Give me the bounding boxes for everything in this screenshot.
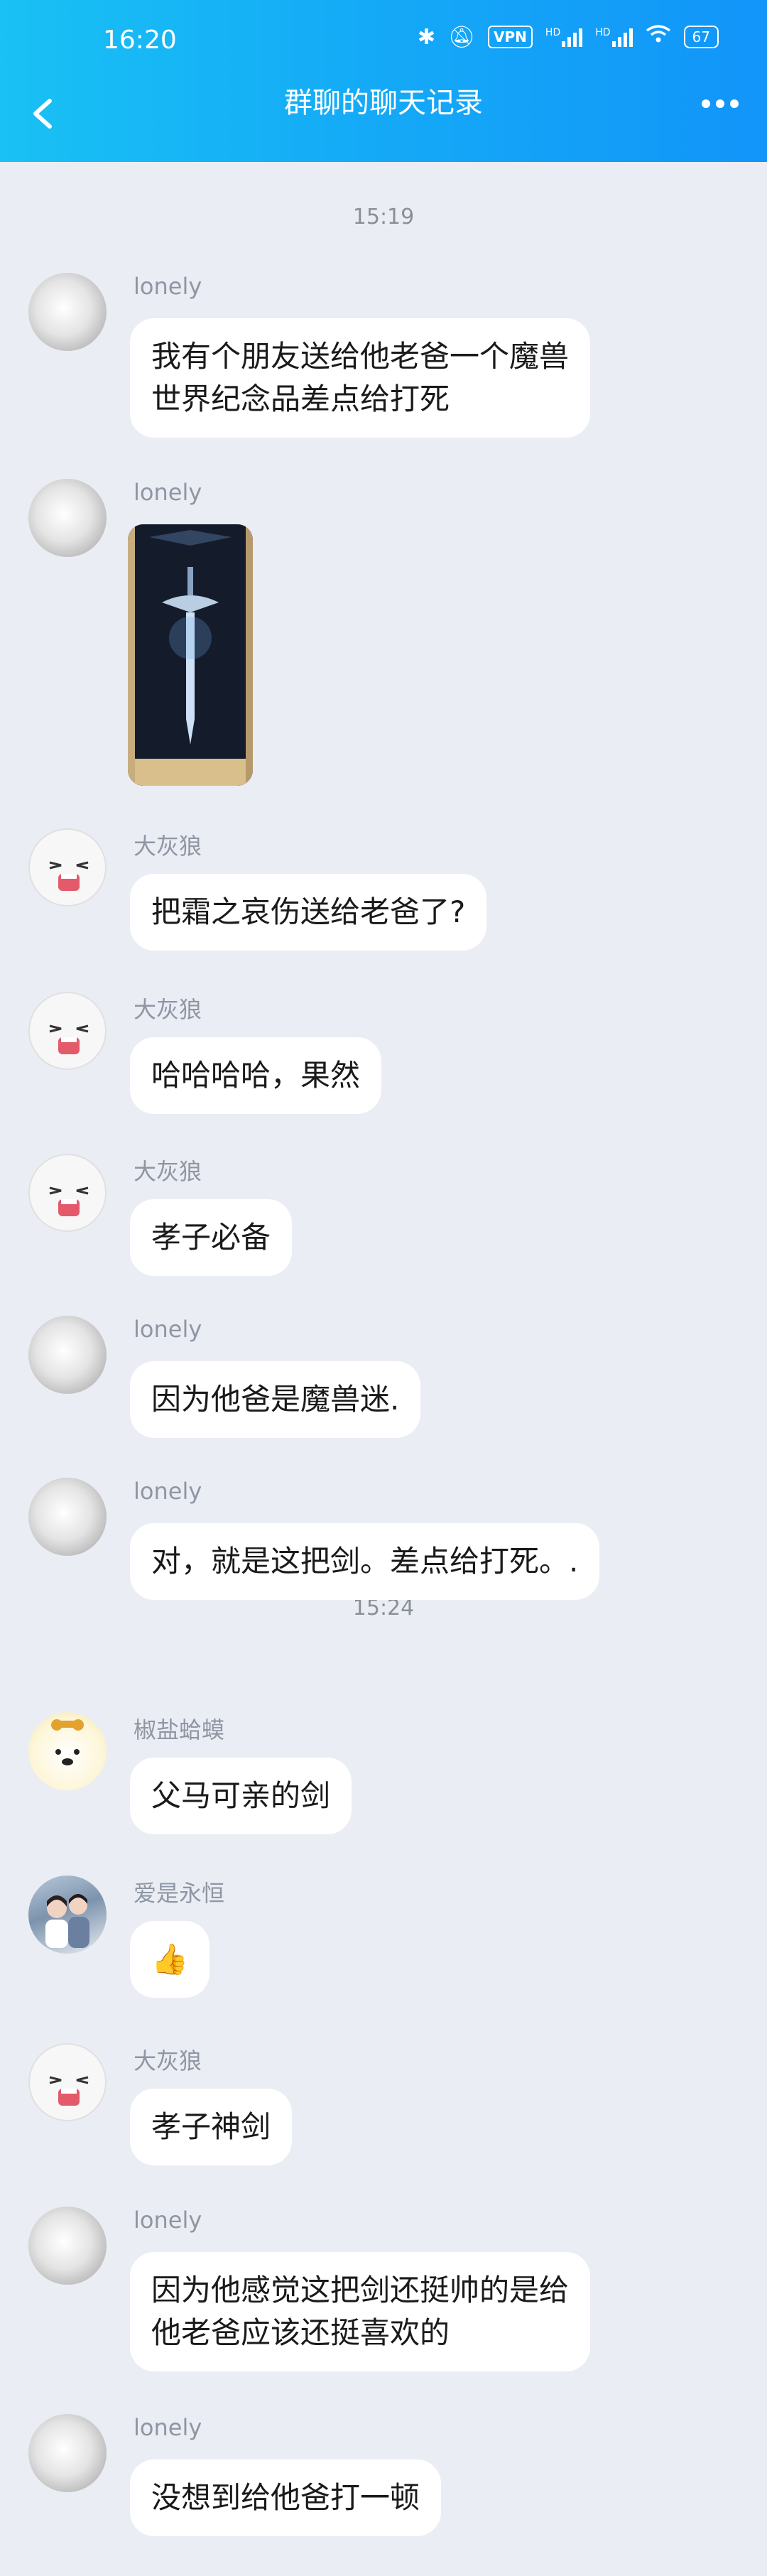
message-bubble[interactable]: 孝子必备 <box>130 1199 293 1276</box>
mute-icon: 🔕︎ <box>447 24 476 50</box>
battery-indicator: 67 <box>683 26 719 48</box>
crying-face-avatar[interactable] <box>28 992 107 1070</box>
crying-face-avatar[interactable] <box>28 828 107 907</box>
status-time: 16:20 <box>103 26 177 55</box>
sender-name: lonely <box>134 2207 202 2234</box>
dog-avatar[interactable] <box>28 1712 107 1790</box>
frostmourne-sword-box-photo[interactable] <box>128 524 253 786</box>
signal-2-icon: HD <box>595 27 633 47</box>
sender-name: lonely <box>134 1316 202 1343</box>
message-bubble[interactable]: 没想到给他爸打一顿 <box>130 2459 442 2536</box>
top-bar: 16:20 ✱ 🔕︎ VPN HD HD 67 群聊的聊天记录 <box>0 0 767 162</box>
sender-name: lonely <box>134 1478 202 1505</box>
timestamp: 15:19 <box>352 205 415 229</box>
message-bubble[interactable]: 把霜之哀伤送给老爸了? <box>130 874 487 951</box>
crying-face-avatar[interactable] <box>28 1154 107 1232</box>
lonely-avatar[interactable] <box>28 1316 107 1394</box>
sender-name: lonely <box>134 2414 202 2441</box>
message-bubble[interactable]: 因为他爸是魔兽迷. <box>130 1361 421 1438</box>
message-bubble[interactable]: 哈哈哈哈，果然 <box>130 1037 382 1114</box>
sender-name: 大灰狼 <box>134 1158 202 1185</box>
sender-name: 大灰狼 <box>134 996 202 1023</box>
page-title: 群聊的聊天记录 <box>284 87 483 119</box>
sender-name: 大灰狼 <box>134 833 202 860</box>
more-options-icon[interactable] <box>702 99 739 108</box>
lonely-avatar[interactable] <box>28 273 107 351</box>
wifi-icon <box>646 24 671 50</box>
lonely-avatar[interactable] <box>28 1478 107 1556</box>
vpn-badge: VPN <box>488 26 533 48</box>
thumbs-up-emoji-bubble[interactable]: 👍 <box>130 1921 210 1998</box>
couple-photo-avatar[interactable] <box>28 1876 107 1954</box>
sender-name: lonely <box>134 273 202 300</box>
message-bubble[interactable]: 对，就是这把剑。差点给打死。. <box>130 1523 600 1600</box>
sender-name: 大灰狼 <box>134 2047 202 2074</box>
sender-name: 椒盐蛤蟆 <box>134 1716 225 1743</box>
message-bubble[interactable]: 父马可亲的剑 <box>130 1758 352 1834</box>
lonely-avatar[interactable] <box>28 2207 107 2285</box>
lonely-avatar[interactable] <box>28 479 107 557</box>
message-bubble[interactable]: 因为他感觉这把剑还挺帅的是给 他老爸应该还挺喜欢的 <box>130 2252 591 2371</box>
crying-face-avatar[interactable] <box>28 2043 107 2121</box>
signal-1-icon: HD <box>545 27 583 47</box>
sender-name: lonely <box>134 479 202 506</box>
message-bubble[interactable]: 孝子神剑 <box>130 2089 293 2165</box>
message-bubble[interactable]: 我有个朋友送给他老爸一个魔兽 世界纪念品差点给打死 <box>130 318 591 438</box>
bluetooth-icon: ✱ <box>417 24 435 50</box>
status-icons: ✱ 🔕︎ VPN HD HD 67 <box>418 24 719 50</box>
sender-name: 爱是永恒 <box>134 1880 225 1907</box>
lonely-avatar[interactable] <box>28 2414 107 2492</box>
